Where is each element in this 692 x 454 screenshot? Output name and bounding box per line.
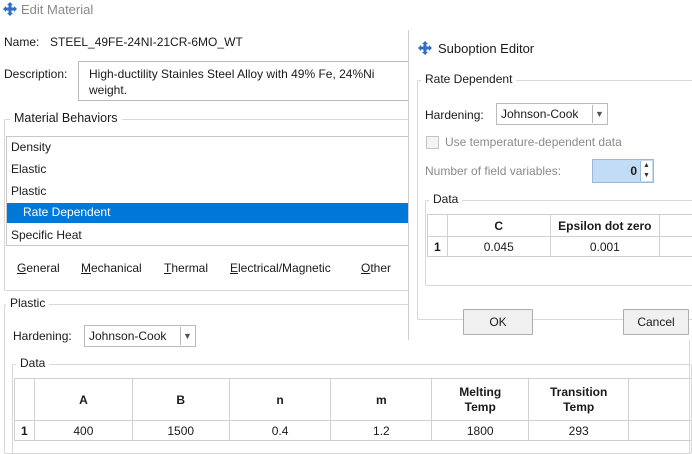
menu-general-mnemonic: G (17, 261, 26, 275)
suboption-header-row: C Epsilon dot zero (428, 215, 692, 237)
menu-thermal[interactable]: Thermal (164, 261, 208, 275)
suboption-hardening-select[interactable]: Johnson-Cook ▼ (496, 103, 608, 125)
suboption-hardening-label: Hardening: (425, 108, 484, 122)
suboption-empty-header (660, 215, 692, 237)
row-index: 1 (15, 421, 35, 441)
table-cell[interactable]: 400 (34, 421, 132, 441)
table-cell[interactable] (660, 237, 692, 257)
name-value: STEEL_49FE-24NI-21CR-6MO_WT (50, 35, 243, 49)
table-cell[interactable] (629, 421, 692, 441)
table-cell[interactable]: 0.001 (550, 237, 660, 257)
window-title: Edit Material (21, 2, 93, 17)
field-variables-spinner[interactable]: 0 ▲▼ (592, 159, 654, 183)
menu-general[interactable]: General (17, 261, 60, 275)
menu-electrical-magnetic[interactable]: Electrical/Magnetic (230, 261, 331, 275)
behavior-item-rate-dependent[interactable]: Rate Dependent (7, 203, 417, 223)
spinner-arrows-icon[interactable]: ▲▼ (640, 161, 652, 181)
plastic-hardening-label: Hardening: (13, 329, 72, 343)
description-line-1: High-ductility Stainles Steel Alloy with… (89, 67, 374, 81)
window-icon (2, 1, 18, 20)
cancel-button[interactable]: Cancel (623, 309, 689, 335)
column-header-melting-temp-label: Melting Temp (450, 385, 510, 415)
column-header-c: C (447, 215, 550, 237)
rate-dependent-title: Rate Dependent (421, 72, 516, 86)
plastic-hardening-select[interactable]: Johnson-Cook ▼ (84, 325, 196, 347)
field-variables-value: 0 (630, 164, 637, 178)
column-header-melting-temp: Melting Temp (432, 379, 529, 421)
menu-electrical-magnetic-mnemonic: E (230, 261, 238, 275)
menu-other-label: ther (370, 261, 391, 275)
description-field[interactable]: High-ductility Stainles Steel Alloy with… (78, 61, 418, 101)
description-line-2: weight. (89, 83, 127, 97)
suboption-data-title: Data (429, 192, 462, 206)
table-cell[interactable]: 293 (529, 421, 629, 441)
column-header-transition-temp-label: Transition Temp (543, 385, 615, 415)
suboption-editor-dialog: Suboption Editor Rate Dependent Hardenin… (408, 30, 692, 340)
menu-general-label: eneral (26, 261, 59, 275)
temp-dependent-checkbox[interactable] (426, 136, 439, 149)
field-variables-label: Number of field variables: (425, 164, 561, 178)
ok-button[interactable]: OK (463, 309, 533, 335)
table-cell[interactable]: 1.2 (331, 421, 432, 441)
name-label: Name: (4, 35, 39, 49)
behavior-item-density[interactable]: Density (11, 140, 51, 154)
suboption-icon (417, 40, 433, 59)
description-label: Description: (4, 67, 67, 81)
plastic-data-title: Data (16, 356, 49, 370)
column-header-epsilon-dot-zero: Epsilon dot zero (550, 215, 660, 237)
behavior-item-plastic[interactable]: Plastic (11, 184, 46, 198)
plastic-header-row: A B n m Melting Temp Transition Temp (15, 379, 692, 421)
menu-mechanical-label: echanical (91, 261, 142, 275)
table-cell[interactable]: 1800 (432, 421, 529, 441)
behavior-item-specific-heat[interactable]: Specific Heat (11, 228, 82, 242)
menu-other[interactable]: Other (361, 261, 391, 275)
material-behaviors-title: Material Behaviors (10, 111, 122, 125)
suboption-title: Suboption Editor (438, 41, 534, 56)
column-header-n: n (229, 379, 331, 421)
table-row: 1 400 1500 0.4 1.2 1800 293 (15, 421, 692, 441)
menu-mechanical-mnemonic: M (81, 261, 91, 275)
chevron-down-icon: ▼ (592, 105, 606, 123)
plastic-corner-cell (15, 379, 35, 421)
chevron-down-icon: ▼ (180, 327, 194, 345)
plastic-title: Plastic (6, 296, 49, 310)
temp-dependent-label: Use temperature-dependent data (445, 135, 622, 149)
column-header-b: B (132, 379, 229, 421)
behavior-item-rate-dependent-label: Rate Dependent (23, 205, 110, 219)
table-cell[interactable]: 1500 (132, 421, 229, 441)
suboption-data-table: C Epsilon dot zero 1 0.045 0.001 (427, 214, 692, 257)
suboption-corner-cell (428, 215, 448, 237)
table-row: 1 0.045 0.001 (428, 237, 692, 257)
suboption-hardening-value: Johnson-Cook (501, 107, 578, 121)
column-header-transition-temp: Transition Temp (529, 379, 629, 421)
behavior-item-elastic[interactable]: Elastic (11, 162, 46, 176)
column-header-m: m (331, 379, 432, 421)
menu-other-mnemonic: O (361, 261, 370, 275)
menu-thermal-label: hermal (171, 261, 208, 275)
plastic-empty-header (629, 379, 692, 421)
behaviors-list[interactable]: Density Elastic Plastic Rate Dependent S… (6, 136, 418, 246)
row-index: 1 (428, 237, 448, 257)
table-cell[interactable]: 0.045 (447, 237, 550, 257)
menu-electrical-magnetic-label: lectrical/Magnetic (238, 261, 331, 275)
menu-mechanical[interactable]: Mechanical (81, 261, 142, 275)
plastic-hardening-value: Johnson-Cook (89, 329, 166, 343)
column-header-a: A (34, 379, 132, 421)
table-cell[interactable]: 0.4 (229, 421, 331, 441)
plastic-data-table: A B n m Melting Temp Transition Temp 1 4… (14, 378, 692, 441)
